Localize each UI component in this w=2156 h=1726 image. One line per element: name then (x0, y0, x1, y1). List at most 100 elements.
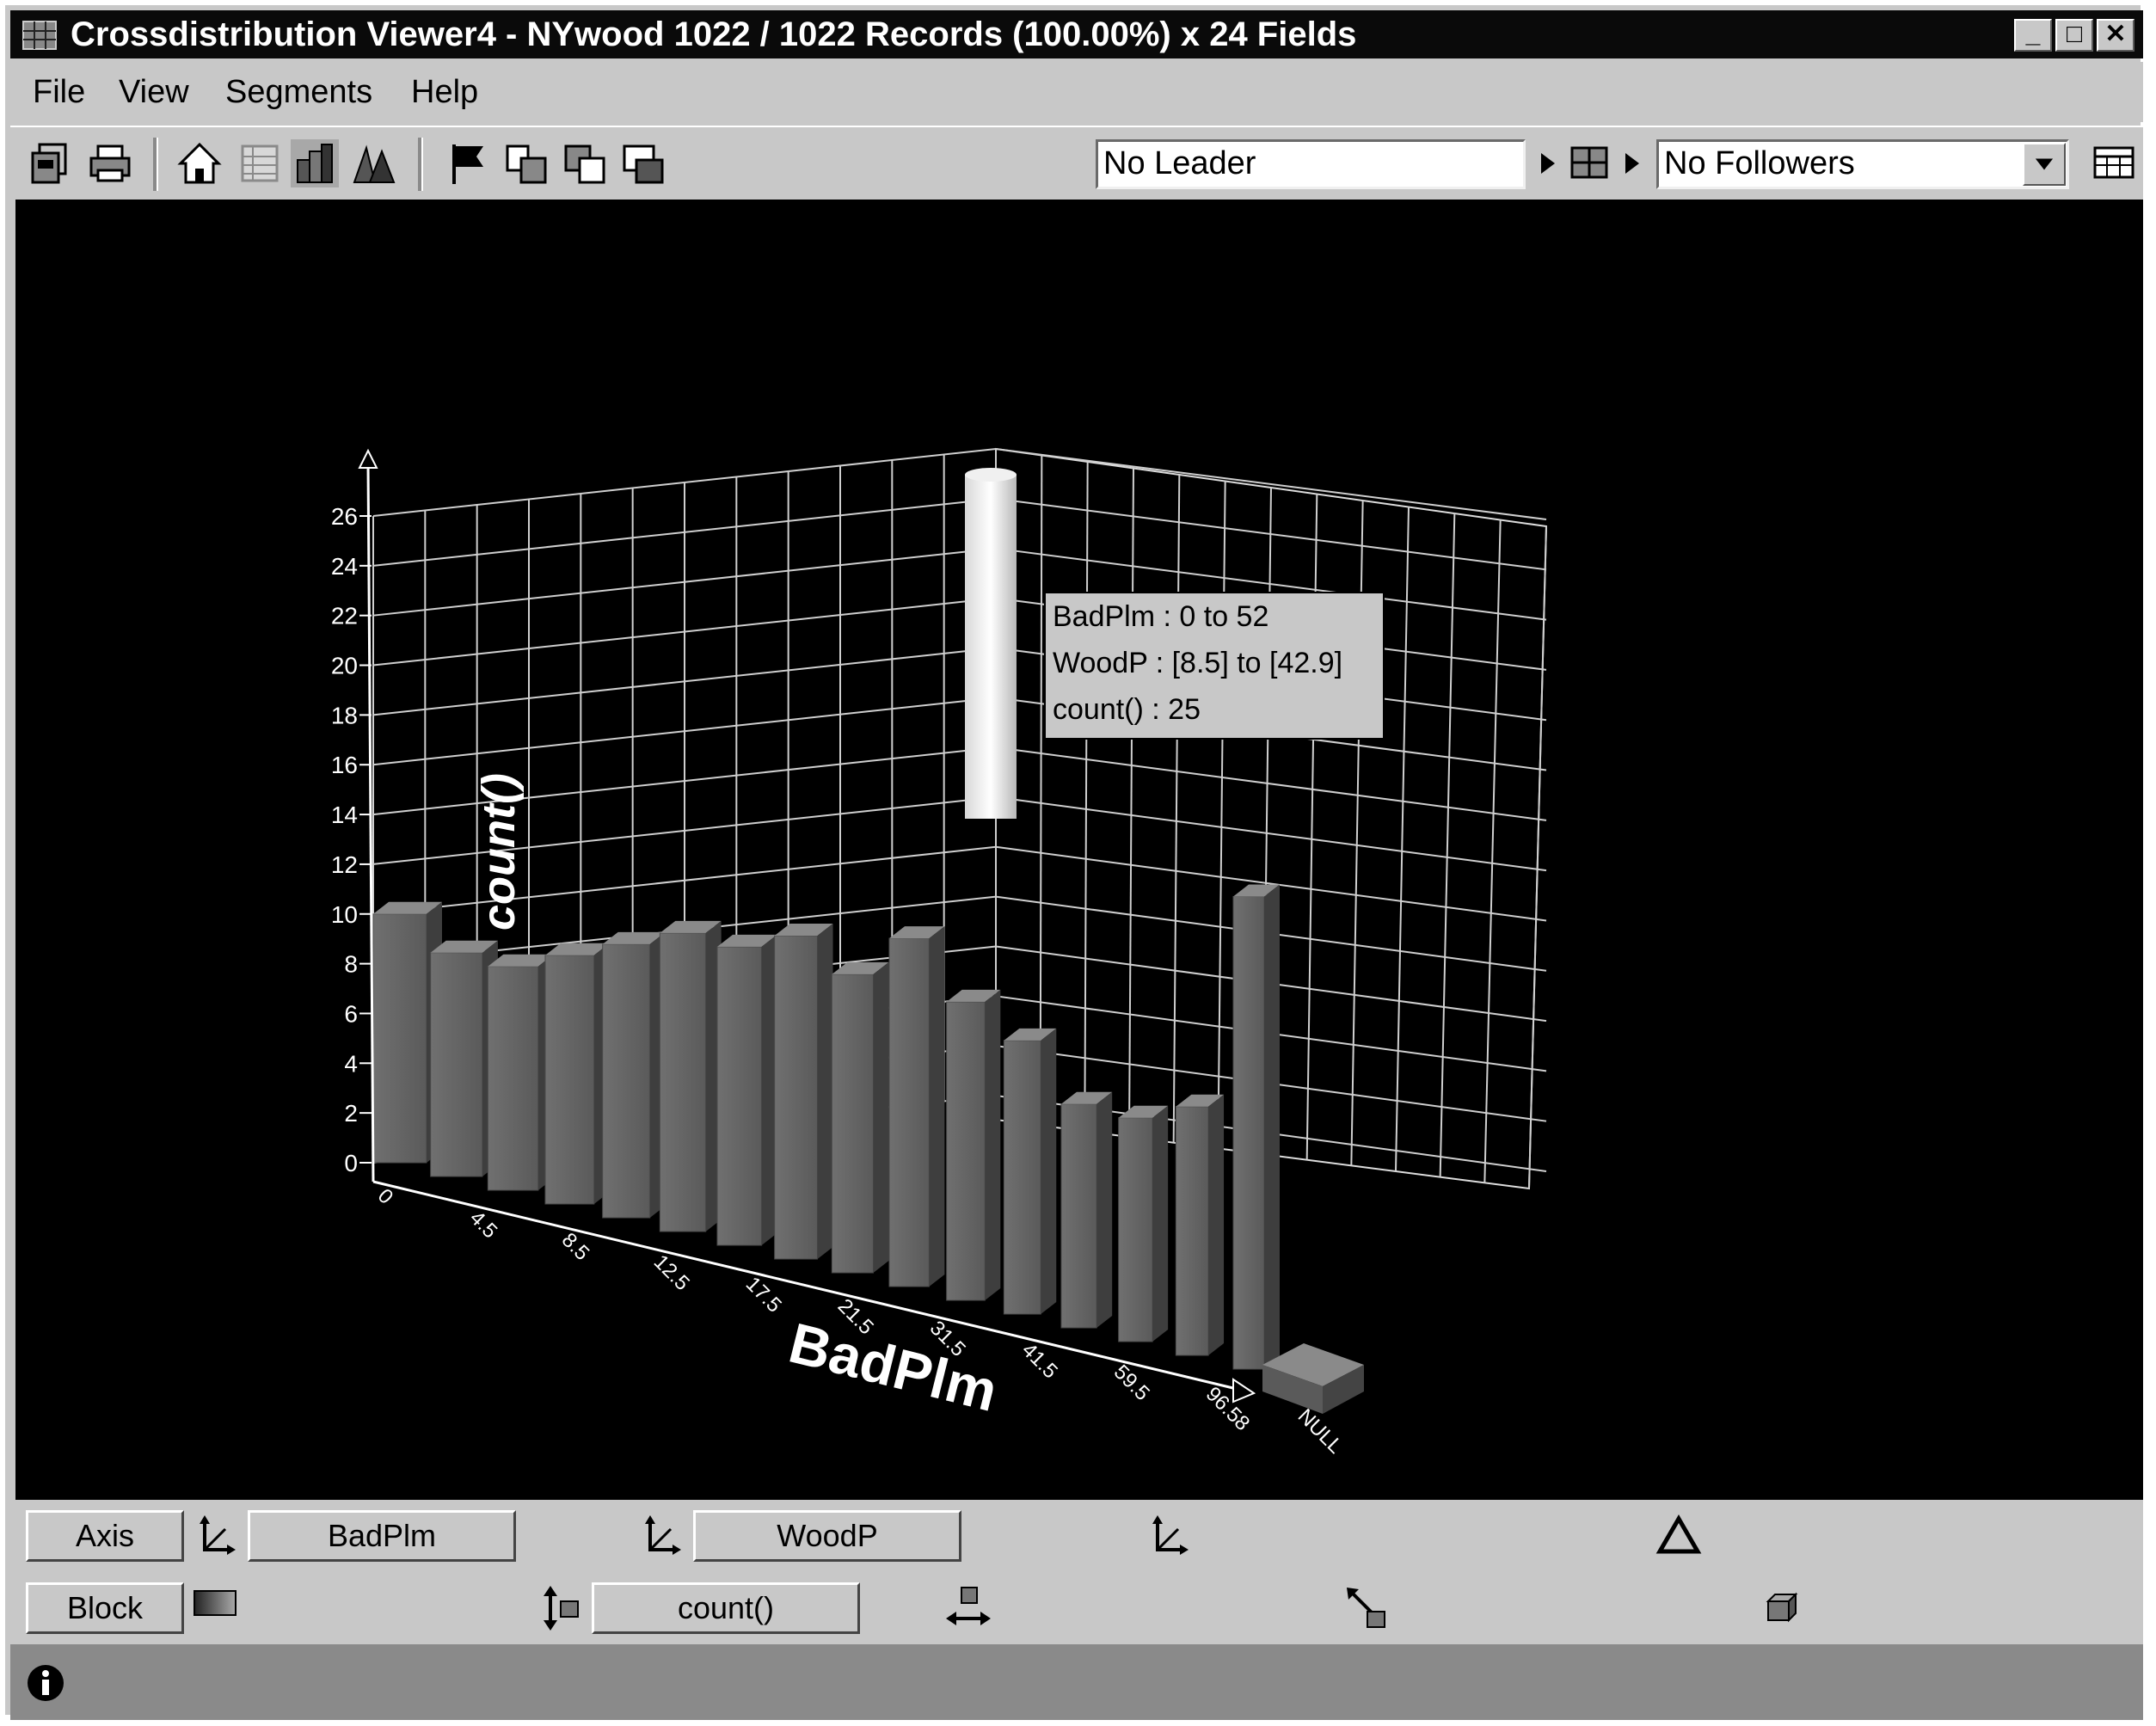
cube-icon[interactable] (1756, 1586, 1804, 1634)
bar[interactable] (544, 955, 595, 1205)
highlight-pillar[interactable] (965, 468, 1017, 819)
bar-side (873, 961, 889, 1273)
axis-swap-icon[interactable] (193, 1512, 241, 1560)
link-icon[interactable] (1565, 139, 1613, 187)
height-arrows-icon[interactable] (537, 1584, 585, 1632)
tooltip-line-count: count() : 25 (1053, 693, 1201, 726)
chart-3d[interactable]: 26242220181614121086420 04.58.512.5 17.5 2… (15, 200, 2143, 1500)
tooltip-line-badplm: BadPlm : 0 to 52 (1053, 600, 1269, 633)
menu-segments[interactable]: Segments (225, 74, 372, 111)
bar[interactable] (1118, 1117, 1153, 1342)
z-tick-label: 2 (344, 1100, 358, 1127)
followers-dropdown[interactable]: No Followers (1656, 139, 2069, 189)
columns-icon[interactable] (2090, 139, 2138, 187)
bars-3d-icon[interactable] (291, 139, 339, 187)
arrow-right-icon (1541, 153, 1555, 174)
app-grid-icon (22, 21, 57, 50)
axis-mode-button[interactable]: Axis (26, 1510, 184, 1562)
x-axis-title: BadPlm (783, 1311, 1004, 1423)
maximize-button[interactable]: □ (2055, 19, 2093, 52)
bar[interactable] (774, 935, 819, 1260)
bar-side (817, 924, 833, 1259)
grid-line (1128, 468, 1134, 1138)
delta-icon[interactable] (1655, 1512, 1703, 1560)
toolbar-separator (418, 138, 423, 191)
bar[interactable] (1003, 1040, 1041, 1315)
menu-view[interactable]: View (119, 74, 189, 111)
minimize-button[interactable]: _ (2014, 19, 2052, 52)
axis-swap-icon[interactable] (638, 1512, 686, 1560)
z-tick-label: 22 (331, 603, 358, 630)
depth-arrows-icon[interactable] (1343, 1584, 1391, 1632)
bar-side (1208, 1094, 1225, 1355)
bar[interactable] (716, 946, 763, 1246)
bar-side (1152, 1105, 1169, 1342)
z-tick-label: 4 (344, 1050, 358, 1077)
width-arrows-icon[interactable] (944, 1584, 992, 1632)
grid-line (1483, 519, 1502, 1183)
x-axis-arrow-icon (1232, 1378, 1256, 1404)
table-icon[interactable] (236, 139, 284, 187)
bar-side (1264, 884, 1280, 1369)
menu-help[interactable]: Help (411, 74, 478, 111)
copy-icon[interactable] (28, 139, 76, 187)
info-icon[interactable] (26, 1663, 65, 1703)
title-bar[interactable]: Crossdistribution Viewer4 - NYwood 1022 … (10, 10, 2143, 58)
x-tick-label: 0 (373, 1184, 398, 1209)
tooltip-line-woodp: WoodP : [8.5] to [42.9] (1053, 647, 1343, 679)
leader-field[interactable]: No Leader (1096, 139, 1526, 189)
x-field-button[interactable]: BadPlm (248, 1510, 516, 1562)
bar[interactable] (659, 932, 707, 1232)
grid-line (1039, 455, 1043, 1126)
bar[interactable] (946, 1001, 986, 1301)
z-tick-label: 10 (331, 901, 358, 928)
segment-icon-3[interactable] (619, 139, 667, 187)
z-field-button[interactable]: count() (592, 1582, 860, 1634)
segment-icon-1[interactable] (502, 139, 550, 187)
bar[interactable] (1232, 895, 1265, 1370)
bar[interactable] (1060, 1103, 1097, 1329)
z-tick-label: 24 (331, 553, 358, 580)
z-tick-label: 18 (331, 702, 358, 728)
grid-line (1395, 507, 1410, 1172)
bar[interactable] (1175, 1106, 1209, 1356)
print-icon[interactable] (86, 139, 134, 187)
bar[interactable] (831, 974, 874, 1274)
z-tick-label: 26 (331, 503, 358, 530)
plot-area[interactable]: 26 24 22 20 18 16 14 12 10 8 6 4 2 0 0 4.5 8.5 12.5 17.5 2… (15, 200, 2143, 1500)
bar-side (1096, 1091, 1113, 1328)
gradient-swatch-icon[interactable] (193, 1586, 239, 1620)
bar-side (1041, 1028, 1057, 1314)
axis-swap-icon[interactable] (1146, 1512, 1194, 1560)
menu-file[interactable]: File (33, 74, 85, 111)
bar[interactable] (602, 943, 651, 1219)
bar-tooltip: BadPlm : 0 to 52 WoodP : [8.5] to [42.9]… (1044, 592, 1385, 740)
bar[interactable] (487, 966, 539, 1191)
block-mode-button[interactable]: Block (26, 1582, 184, 1634)
dropdown-chevron-icon[interactable] (2023, 143, 2066, 186)
bar[interactable] (430, 952, 483, 1177)
z-tick-label: 12 (331, 851, 358, 878)
bar[interactable] (372, 913, 427, 1164)
bar-side (929, 926, 945, 1287)
y-field-button[interactable]: WoodP (693, 1510, 961, 1562)
flag-icon[interactable] (444, 139, 492, 187)
window-title: Crossdistribution Viewer4 - NYwood 1022 … (71, 15, 1357, 53)
toolbar-separator (153, 138, 158, 191)
status-bar (10, 1644, 2143, 1720)
close-button[interactable]: ✕ (2097, 19, 2135, 52)
grid-line (995, 795, 1547, 872)
grid-line (1439, 513, 1456, 1177)
z-axis-title: count() (473, 773, 525, 931)
z-tick-label: 14 (331, 802, 358, 828)
axis-panel: Axis BadPlm WoodP Block count() (10, 1500, 2143, 1644)
bar[interactable] (888, 937, 930, 1287)
arrow-right-icon (1625, 153, 1639, 174)
z-tick-labels: 26242220181614121086420 (331, 503, 372, 1176)
crossdistribution-window: Crossdistribution Viewer4 - NYwood 1022 … (0, 0, 2146, 1720)
home-icon[interactable] (175, 139, 224, 187)
toolbar: No Leader No Followers (10, 126, 2143, 201)
segment-icon-2[interactable] (561, 139, 609, 187)
z-tick-label: 20 (331, 653, 358, 679)
landscape-icon[interactable] (351, 139, 399, 187)
